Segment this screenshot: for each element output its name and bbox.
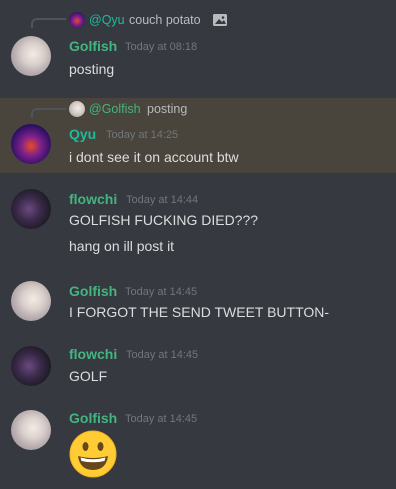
timestamp: Today at 14:44: [126, 194, 199, 206]
grinning-face-emoji: [69, 430, 117, 478]
message-flowchi-2: flowchi Today at 14:45 GOLF: [0, 337, 396, 397]
username[interactable]: flowchi: [69, 191, 117, 207]
message-text: GOLFISH FUCKING DIED???: [69, 212, 259, 228]
username[interactable]: Golfish: [69, 38, 117, 54]
reply-connector: [31, 18, 66, 28]
message-text: i dont see it on account btw: [69, 149, 239, 165]
reply-text[interactable]: posting: [147, 102, 187, 116]
avatar[interactable]: [11, 189, 51, 229]
timestamp: Today at 14:25: [106, 129, 179, 141]
avatar[interactable]: [11, 281, 51, 321]
message-text: posting: [69, 61, 115, 77]
message-flowchi-1: flowchi Today at 14:44 GOLFISH FUCKING D…: [0, 180, 396, 266]
message-qyu-highlighted: @Golfish posting Qyu Today at 14:25 i do…: [0, 98, 396, 173]
reply-avatar[interactable]: [69, 101, 85, 117]
message-text: I FORGOT THE SEND TWEET BUTTON-: [69, 304, 330, 320]
username[interactable]: Qyu: [69, 126, 96, 142]
username[interactable]: Golfish: [69, 410, 117, 426]
timestamp: Today at 14:45: [126, 349, 199, 361]
image-icon: [213, 14, 227, 26]
username[interactable]: Golfish: [69, 283, 117, 299]
message-golfish-3: Golfish Today at 14:45: [0, 401, 396, 489]
reply-avatar[interactable]: [69, 12, 85, 28]
message-golfish-1: @Qyu couch potato Golfish Today at 08:18…: [0, 0, 396, 92]
timestamp: Today at 14:45: [125, 286, 198, 298]
avatar[interactable]: [11, 124, 51, 164]
timestamp: Today at 14:45: [125, 413, 198, 425]
message-text: hang on ill post it: [69, 238, 175, 254]
reply-author[interactable]: @Qyu: [89, 13, 125, 27]
message-text: GOLF: [69, 368, 108, 384]
timestamp: Today at 08:18: [125, 41, 198, 53]
reply-text[interactable]: couch potato: [129, 13, 201, 27]
username[interactable]: flowchi: [69, 346, 117, 362]
reply-author[interactable]: @Golfish: [89, 102, 141, 116]
message-golfish-2: Golfish Today at 14:45 I FORGOT THE SEND…: [0, 272, 396, 332]
reply-connector: [31, 108, 66, 118]
avatar[interactable]: [11, 36, 51, 76]
avatar[interactable]: [11, 410, 51, 450]
avatar[interactable]: [11, 346, 51, 386]
